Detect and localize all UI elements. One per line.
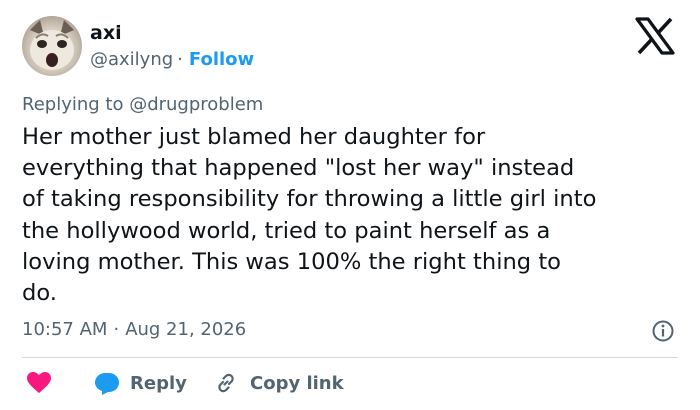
follow-button[interactable]: Follow — [189, 49, 254, 70]
tweet-text-line: loving mother. This was 100% the right t… — [22, 248, 561, 275]
author-handle[interactable]: @axilyng — [90, 49, 173, 70]
author-name[interactable]: axi — [90, 20, 122, 46]
avatar[interactable] — [22, 16, 82, 76]
tweet-text-line: of taking responsibility for throwing a … — [22, 186, 597, 213]
tweet-timestamp[interactable]: 10:57 AM · Aug 21, 2026 — [22, 317, 246, 343]
cat-avatar-image — [30, 20, 74, 70]
reply-bubble-icon — [95, 373, 119, 395]
tweet-date[interactable]: Aug 21, 2026 — [125, 319, 246, 340]
tweet-text: Her mother just blamed her daughter for … — [22, 122, 686, 309]
copy-link-button[interactable]: Copy link — [214, 368, 344, 398]
info-icon[interactable] — [651, 319, 675, 343]
replying-to: Replying to @drugproblem — [22, 94, 264, 115]
x-logo-icon[interactable] — [634, 16, 676, 56]
reply-button[interactable]: Reply — [94, 368, 187, 398]
like-button[interactable] — [26, 368, 52, 398]
handle-separator: · — [177, 49, 183, 70]
tweet-text-line: the hollywood world, tried to paint hers… — [22, 217, 551, 244]
tweet-text-line: everything that happened "lost her way" … — [22, 155, 575, 182]
timestamp-separator: · — [113, 319, 120, 340]
author-handle-line: @axilyng · Follow — [90, 47, 254, 73]
tweet-time[interactable]: 10:57 AM — [22, 319, 107, 340]
tweet-text-line: do. — [22, 280, 57, 307]
reply-label: Reply — [130, 372, 187, 394]
link-icon — [218, 373, 234, 393]
copy-link-label: Copy link — [250, 372, 344, 394]
divider — [22, 357, 678, 358]
heart-icon — [27, 372, 51, 393]
tweet-text-line: Her mother just blamed her daughter for — [22, 124, 486, 150]
